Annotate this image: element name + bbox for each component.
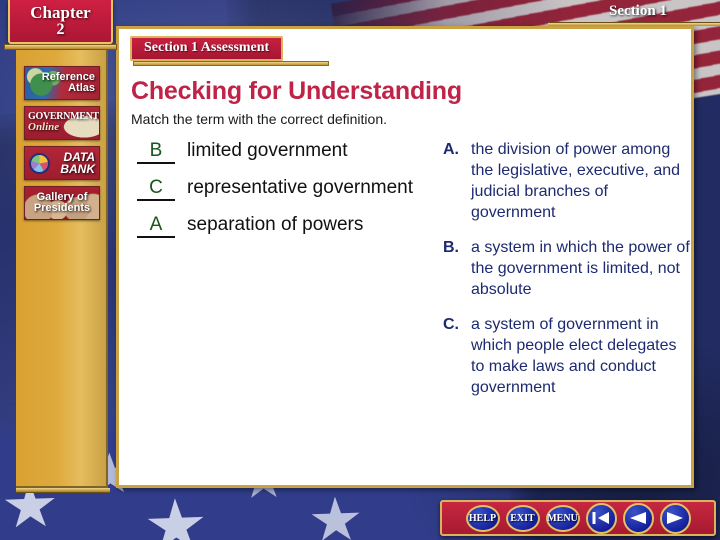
page-title: Checking for Understanding [131, 77, 462, 105]
content-panel: Section 1 Assessment Checking for Unders… [116, 26, 694, 488]
answer-blank[interactable]: B [137, 140, 175, 164]
term-label: separation of powers [187, 214, 364, 235]
navigation-bar: HELP EXIT MENU [440, 500, 716, 536]
definition-row: C. a system of government in which peopl… [443, 314, 691, 398]
assessment-tab-base [133, 61, 329, 66]
next-slide-button[interactable] [659, 502, 691, 534]
sidebar-item-label: Online [28, 121, 60, 134]
gallery-of-presidents-label: Gallery of Presidents [25, 187, 99, 219]
chapter-plaque-base [4, 44, 117, 50]
next-slide-arrow-icon [667, 512, 683, 524]
chapter-label: Chapter [30, 3, 91, 22]
answer-blank[interactable]: C [137, 177, 175, 201]
term-row: B limited government [137, 139, 443, 164]
term-row: C representative government [137, 176, 443, 201]
definition-letter: C. [443, 316, 459, 333]
previous-slide-button[interactable] [622, 502, 654, 534]
instruction-text: Match the term with the correct definiti… [131, 111, 387, 127]
chapter-plaque: Chapter 2 [8, 0, 113, 44]
sidebar-item-label: Atlas [68, 82, 95, 94]
sidebar-item-reference-atlas[interactable]: Reference Atlas [24, 66, 100, 100]
sidebar-item-data-bank[interactable]: DATA BANK [24, 146, 100, 180]
term-label: limited government [187, 140, 348, 161]
term-label: representative government [187, 177, 414, 198]
definition-text: a system of government in which people e… [471, 316, 677, 396]
sidebar-rail-base [16, 488, 110, 493]
sidebar-item-gallery-of-presidents[interactable]: Gallery of Presidents [24, 186, 100, 220]
exit-button[interactable]: EXIT [505, 504, 540, 532]
menu-button[interactable]: MENU [545, 504, 580, 532]
section-banner-rule [548, 22, 720, 26]
pie-chart-icon [29, 153, 50, 174]
definition-letter: A. [443, 141, 459, 158]
help-button[interactable]: HELP [465, 504, 500, 532]
sidebar-item-government-online[interactable]: GOVERNMENT Online [24, 106, 100, 140]
sidebar-item-label: Presidents [33, 202, 91, 214]
first-slide-arrow-icon [592, 512, 609, 524]
government-online-label: GOVERNMENT Online [25, 107, 99, 139]
reference-atlas-label: Reference Atlas [25, 67, 99, 99]
previous-slide-arrow-icon [630, 512, 646, 524]
answer-blank[interactable]: A [137, 214, 175, 238]
chapter-number: 2 [56, 21, 65, 38]
section-banner: Section 1 [609, 3, 667, 19]
definition-text: a system in which the power of the gover… [471, 239, 690, 298]
definitions-column: A. the division of power among the legis… [443, 139, 691, 412]
sidebar-rail: Reference Atlas GOVERNMENT Online DATA B… [16, 48, 108, 488]
definition-row: B. a system in which the power of the go… [443, 237, 691, 300]
assessment-tab: Section 1 Assessment [130, 36, 284, 61]
term-row: A separation of powers [137, 213, 443, 238]
slide-stage: Section 1 Chapter 2 Reference Atlas GOVE… [0, 0, 720, 540]
definition-row: A. the division of power among the legis… [443, 139, 691, 223]
terms-column: B limited government C representative go… [137, 139, 443, 250]
first-slide-button[interactable] [585, 502, 617, 534]
sidebar-item-label: BANK [60, 162, 95, 176]
definition-letter: B. [443, 239, 459, 256]
definition-text: the division of power among the legislat… [471, 141, 681, 221]
